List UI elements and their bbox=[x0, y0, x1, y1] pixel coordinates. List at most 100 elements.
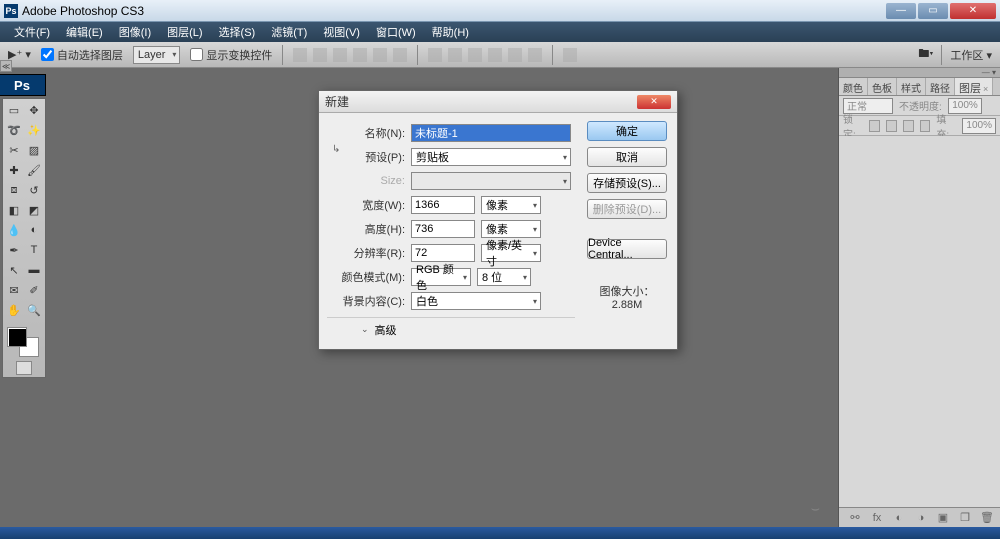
width-unit-select[interactable]: 像素 bbox=[481, 196, 541, 214]
dodge-tool-icon[interactable]: ◐ bbox=[25, 221, 43, 239]
slice-tool-icon[interactable]: ▨ bbox=[25, 141, 43, 159]
auto-align-icon[interactable] bbox=[563, 48, 577, 62]
dialog-titlebar[interactable]: 新建 ✕ bbox=[319, 91, 677, 113]
preset-select[interactable]: 剪贴板 bbox=[411, 148, 571, 166]
menu-edit[interactable]: 编辑(E) bbox=[58, 22, 111, 42]
notes-tool-icon[interactable]: ✉ bbox=[5, 281, 23, 299]
resolution-field[interactable] bbox=[411, 244, 475, 262]
collapse-toggle[interactable]: ≪ bbox=[0, 60, 12, 72]
resolution-unit-select[interactable]: 像素/英寸 bbox=[481, 244, 541, 262]
move-tool-icon[interactable]: ✥ bbox=[25, 101, 43, 119]
dialog-close-button[interactable]: ✕ bbox=[637, 95, 671, 109]
ok-button[interactable]: 确定 bbox=[587, 121, 667, 141]
device-central-button[interactable]: Device Central... bbox=[587, 239, 667, 259]
shape-tool-icon[interactable]: ▬ bbox=[25, 261, 43, 279]
ps-badge[interactable]: Ps bbox=[0, 74, 46, 96]
tab-paths[interactable]: 路径 bbox=[926, 78, 955, 95]
auto-select-checkbox[interactable]: 自动选择图层 bbox=[41, 47, 123, 63]
tab-layers[interactable]: 图层× bbox=[955, 78, 993, 95]
workspace-menu[interactable]: 工作区 ▾ bbox=[950, 47, 992, 63]
zoom-tool-icon[interactable]: 🔍 bbox=[25, 301, 43, 319]
width-field[interactable] bbox=[411, 196, 475, 214]
tab-color[interactable]: 颜色 bbox=[839, 78, 868, 95]
path-tool-icon[interactable]: ↖ bbox=[5, 261, 23, 279]
stamp-tool-icon[interactable]: ⧈ bbox=[5, 181, 23, 199]
menu-view[interactable]: 视图(V) bbox=[315, 22, 368, 42]
show-transform-input[interactable] bbox=[190, 48, 203, 61]
advanced-toggle[interactable]: ⌄ 高级 bbox=[327, 317, 575, 341]
distribute-icon[interactable] bbox=[468, 48, 482, 62]
lock-position-icon[interactable] bbox=[886, 120, 897, 132]
blur-tool-icon[interactable]: 💧 bbox=[5, 221, 23, 239]
panel-collapse-icon[interactable]: — ▾ bbox=[839, 68, 1000, 78]
menu-image[interactable]: 图像(I) bbox=[111, 22, 159, 42]
distribute-icon[interactable] bbox=[448, 48, 462, 62]
menu-select[interactable]: 选择(S) bbox=[211, 22, 264, 42]
menu-filter[interactable]: 滤镜(T) bbox=[263, 22, 315, 42]
lock-pixels-icon[interactable] bbox=[869, 120, 880, 132]
taskbar[interactable] bbox=[0, 527, 1000, 539]
tab-styles[interactable]: 样式 bbox=[897, 78, 926, 95]
eraser-tool-icon[interactable]: ◧ bbox=[5, 201, 23, 219]
crop-tool-icon[interactable]: ✂ bbox=[5, 141, 23, 159]
minimize-button[interactable]: — bbox=[886, 3, 916, 19]
new-layer-icon[interactable]: ❐ bbox=[958, 511, 972, 525]
layer-combo[interactable]: Layer bbox=[133, 46, 181, 64]
eyedropper-tool-icon[interactable]: ✐ bbox=[25, 281, 43, 299]
fx-icon[interactable]: fx bbox=[870, 511, 884, 525]
link-icon[interactable]: ⚯ bbox=[848, 511, 862, 525]
trash-icon[interactable]: 🗑 bbox=[980, 511, 994, 525]
distribute-icon[interactable] bbox=[508, 48, 522, 62]
type-tool-icon[interactable]: T bbox=[25, 241, 43, 259]
align-icon[interactable] bbox=[333, 48, 347, 62]
maximize-button[interactable]: ▭ bbox=[918, 3, 948, 19]
pen-tool-icon[interactable]: ✒ bbox=[5, 241, 23, 259]
align-icon[interactable] bbox=[293, 48, 307, 62]
gradient-tool-icon[interactable]: ◩ bbox=[25, 201, 43, 219]
bg-select[interactable]: 白色 bbox=[411, 292, 541, 310]
menu-layer[interactable]: 图层(L) bbox=[159, 22, 210, 42]
lock-transparent-icon[interactable] bbox=[920, 120, 931, 132]
hand-tool-icon[interactable]: ✋ bbox=[5, 301, 23, 319]
menu-help[interactable]: 帮助(H) bbox=[424, 22, 477, 42]
align-icon[interactable] bbox=[313, 48, 327, 62]
go-bridge-icon[interactable]: 🖿▾ bbox=[918, 45, 933, 64]
lock-all-icon[interactable] bbox=[903, 120, 914, 132]
bit-depth-select[interactable]: 8 位 bbox=[477, 268, 531, 286]
titlebar: Ps Adobe Photoshop CS3 — ▭ ✕ bbox=[0, 0, 1000, 22]
align-icon[interactable] bbox=[373, 48, 387, 62]
cancel-button[interactable]: 取消 bbox=[587, 147, 667, 167]
layers-list[interactable] bbox=[839, 136, 1000, 507]
show-transform-checkbox[interactable]: 显示变换控件 bbox=[190, 47, 272, 63]
distribute-icon[interactable] bbox=[488, 48, 502, 62]
menu-window[interactable]: 窗口(W) bbox=[368, 22, 424, 42]
adjustment-icon[interactable]: ◑ bbox=[914, 511, 928, 525]
resolution-unit-value: 像素/英寸 bbox=[486, 237, 524, 269]
mask-icon[interactable]: ◐ bbox=[892, 511, 906, 525]
height-unit-select[interactable]: 像素 bbox=[481, 220, 541, 238]
height-field[interactable] bbox=[411, 220, 475, 238]
marquee-tool-icon[interactable]: ▭ bbox=[5, 101, 23, 119]
history-brush-icon[interactable]: ↺ bbox=[25, 181, 43, 199]
distribute-icon[interactable] bbox=[528, 48, 542, 62]
color-swatches[interactable] bbox=[5, 325, 43, 357]
close-icon[interactable]: × bbox=[983, 84, 988, 94]
fg-color-swatch[interactable] bbox=[7, 327, 27, 347]
folder-icon[interactable]: ▣ bbox=[936, 511, 950, 525]
tab-swatches[interactable]: 色板 bbox=[868, 78, 897, 95]
menu-file[interactable]: 文件(F) bbox=[6, 22, 58, 42]
lasso-tool-icon[interactable]: ➰ bbox=[5, 121, 23, 139]
fill-value[interactable]: 100% bbox=[962, 118, 996, 134]
distribute-icon[interactable] bbox=[428, 48, 442, 62]
save-preset-button[interactable]: 存储预设(S)... bbox=[587, 173, 667, 193]
name-field[interactable] bbox=[411, 124, 571, 142]
standard-mode-icon[interactable] bbox=[16, 361, 32, 375]
align-icon[interactable] bbox=[393, 48, 407, 62]
align-icon[interactable] bbox=[353, 48, 367, 62]
heal-tool-icon[interactable]: ✚ bbox=[5, 161, 23, 179]
color-mode-select[interactable]: RGB 颜色 bbox=[411, 268, 471, 286]
auto-select-input[interactable] bbox=[41, 48, 54, 61]
wand-tool-icon[interactable]: ✨ bbox=[25, 121, 43, 139]
brush-tool-icon[interactable]: 🖌 bbox=[25, 161, 43, 179]
close-button[interactable]: ✕ bbox=[950, 3, 996, 19]
